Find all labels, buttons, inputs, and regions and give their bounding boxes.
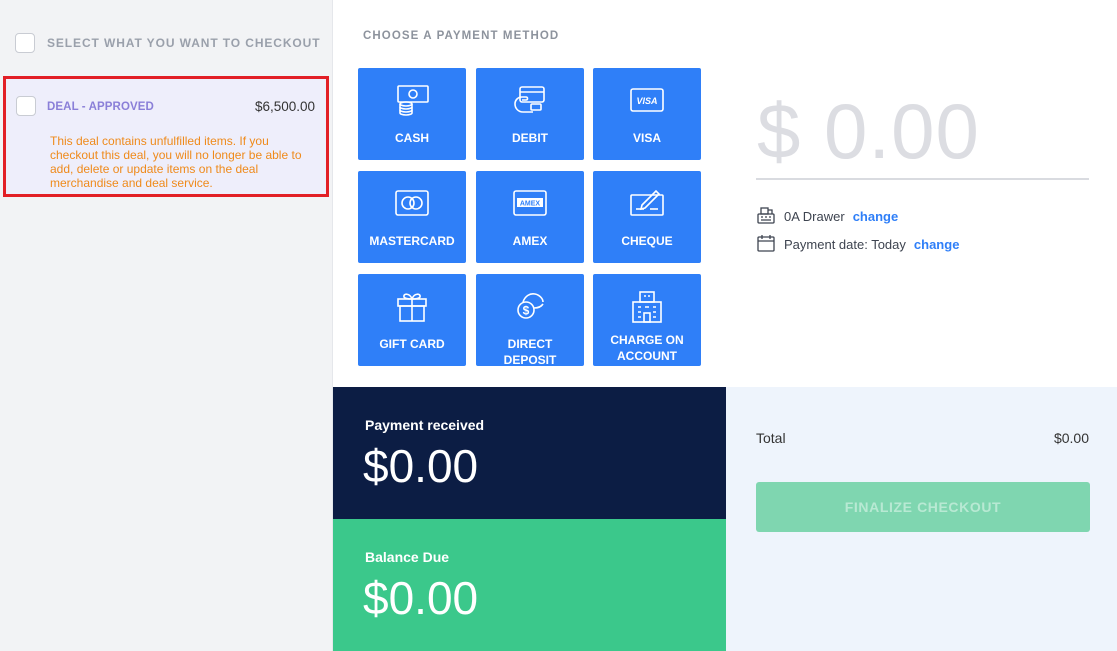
deal-warning: This deal contains unfulfilled items. If… xyxy=(50,134,302,190)
deal-checkbox[interactable] xyxy=(16,96,36,116)
payment-method-direct-deposit[interactable]: $ DIRECT DEPOSIT xyxy=(476,274,584,367)
payment-method-debit[interactable]: DEBIT xyxy=(476,68,584,160)
payment-method-label: DEBIT xyxy=(512,131,548,145)
svg-text:AMEX: AMEX xyxy=(520,201,541,208)
deal-title: DEAL - APPROVED xyxy=(47,101,154,113)
deal-amount: $6,500.00 xyxy=(254,99,315,114)
balance-due-label: Balance Due xyxy=(365,549,450,565)
deposit-icon: $ xyxy=(476,288,584,324)
payment-method-label: MASTERCARD xyxy=(369,234,455,248)
checkout-items-panel: SELECT WHAT YOU WANT TO CHECKOUT DEAL - … xyxy=(0,0,333,651)
payment-method-gift-card[interactable]: GIFT CARD xyxy=(358,274,466,366)
select-all-label: SELECT WHAT YOU WANT TO CHECKOUT xyxy=(47,36,321,50)
balance-due-value: $0.00 xyxy=(363,572,479,624)
payment-received-label: Payment received xyxy=(365,417,485,433)
select-all-checkbox[interactable] xyxy=(15,33,35,53)
cash-icon xyxy=(358,82,466,118)
change-payment-date-link[interactable]: change xyxy=(914,237,960,252)
debit-card-icon xyxy=(476,82,584,118)
deal-item[interactable]: DEAL - APPROVED $6,500.00 This deal cont… xyxy=(3,76,329,197)
amount-underline xyxy=(756,178,1089,180)
total-label: Total xyxy=(756,430,786,446)
change-drawer-link[interactable]: change xyxy=(853,209,899,224)
total-value: $0.00 xyxy=(1053,430,1089,446)
visa-icon: VISA xyxy=(593,82,701,118)
cheque-icon xyxy=(593,185,701,221)
payment-method-label: GIFT CARD xyxy=(379,337,445,351)
payment-method-label: CHEQUE xyxy=(621,234,673,248)
building-icon xyxy=(593,288,701,324)
svg-text:$: $ xyxy=(523,304,530,318)
balance-due-panel: Balance Due $0.00 xyxy=(333,519,726,651)
payment-method-charge-on-account[interactable]: CHARGE ON ACCOUNT xyxy=(593,274,701,366)
mastercard-icon xyxy=(358,185,466,221)
finalize-checkout-button[interactable]: FINALIZE CHECKOUT xyxy=(756,482,1090,532)
checkout-summary-panel: Total $0.00 FINALIZE CHECKOUT xyxy=(726,387,1117,651)
payment-date-label: Payment date: Today xyxy=(784,237,906,252)
payment-method-label: DIRECT DEPOSIT xyxy=(503,337,557,367)
payment-method-visa[interactable]: VISA VISA xyxy=(593,68,701,160)
payment-method-cash[interactable]: CASH xyxy=(358,68,466,160)
payment-method-cheque[interactable]: CHEQUE xyxy=(593,171,701,263)
payment-date-row: Payment date: Today change xyxy=(756,233,959,256)
payment-method-amex[interactable]: AMEX AMEX xyxy=(476,171,584,263)
payment-method-mastercard[interactable]: MASTERCARD xyxy=(358,171,466,263)
select-all-row[interactable]: SELECT WHAT YOU WANT TO CHECKOUT xyxy=(15,33,320,53)
cash-register-icon xyxy=(756,205,784,228)
gift-icon xyxy=(358,288,466,324)
svg-text:VISA: VISA xyxy=(636,96,657,106)
payment-received-panel: Payment received $0.00 xyxy=(333,387,726,519)
calendar-icon xyxy=(756,233,784,256)
payment-method-label: AMEX xyxy=(512,234,548,248)
payment-amount-display[interactable]: $ 0.00 xyxy=(757,86,980,177)
payment-method-label: CASH xyxy=(394,131,429,145)
drawer-label: 0A Drawer xyxy=(784,209,845,224)
drawer-row: 0A Drawer change xyxy=(756,205,898,228)
payment-method-title: CHOOSE A PAYMENT METHOD xyxy=(363,30,560,42)
payment-received-value: $0.00 xyxy=(363,440,479,492)
payment-method-label: VISA xyxy=(632,131,661,145)
payment-method-label: CHARGE ON ACCOUNT xyxy=(610,333,684,363)
amex-icon: AMEX xyxy=(476,185,584,221)
